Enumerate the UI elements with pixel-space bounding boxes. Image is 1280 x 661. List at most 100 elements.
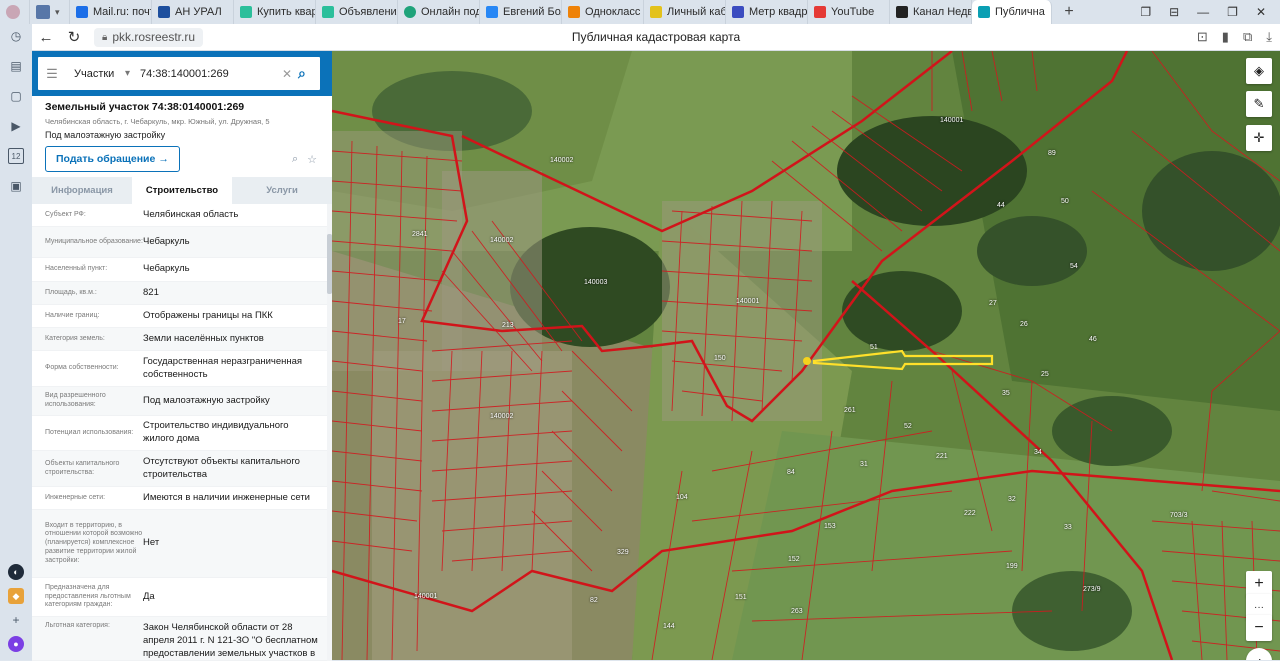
parcel-label: 17 — [398, 318, 406, 325]
kanal-icon — [896, 6, 908, 18]
chat-icon[interactable]: ▢ — [8, 88, 24, 104]
cabinet-icon — [650, 6, 662, 18]
calendar-icon[interactable]: 12 — [8, 148, 24, 164]
tab-youtube[interactable]: YouTube — [808, 0, 890, 24]
workspace-switcher[interactable]: ▾ — [30, 0, 70, 24]
search-type-select[interactable]: Участки ▾ — [66, 68, 134, 80]
back-icon[interactable]: ← — [32, 29, 60, 46]
zoom-out-button[interactable]: − — [1246, 615, 1272, 641]
browser-side-rail: ◷ ▤ ▢ ▶ 12 ▣ ◐ ◆ + ● — [0, 24, 32, 660]
parcel-label: 152 — [788, 556, 800, 563]
tab-vk[interactable]: Евгений Бол — [480, 0, 562, 24]
tab-kanal-nedv[interactable]: Канал Недв — [890, 0, 972, 24]
tab-obyavleniya[interactable]: Объявления — [316, 0, 398, 24]
bookmark-icon[interactable]: ▮ — [1222, 29, 1229, 45]
add-app-icon[interactable]: + — [8, 612, 24, 628]
close-window-icon[interactable]: ✕ — [1256, 5, 1266, 19]
cadastral-map[interactable]: 140003 140002 140001 140002 140001 14000… — [332, 51, 1280, 660]
maximize-icon[interactable]: ❐ — [1227, 5, 1238, 19]
bookmark-panel-icon[interactable]: ⊟ — [1169, 5, 1179, 19]
tab-mailru[interactable]: Mail.ru: почт — [70, 0, 152, 24]
online-icon — [404, 6, 416, 18]
download-icon[interactable]: ⤓ — [1266, 29, 1272, 45]
search-bar: ☰ Участки ▾ 74:38:140001:269 ✕ ⌕ ‹ — [32, 51, 342, 96]
browser-tab-strip: ▾ Mail.ru: почт АН УРАЛ Купить квар Объя… — [0, 0, 1280, 24]
tab-public-cadastral-map[interactable]: Публична× — [972, 0, 1052, 24]
new-tab-button[interactable]: + — [1058, 1, 1080, 23]
locate-icon[interactable]: ✛ — [1246, 125, 1272, 151]
parcel-label: 140001 — [414, 593, 438, 600]
ruler-icon[interactable]: ✎ — [1246, 91, 1272, 117]
table-row: Муниципальное образование: Чебаркуль — [32, 227, 332, 258]
table-row: Инженерные сети: Имеются в наличии инжене… — [32, 487, 332, 510]
table-row: Льготная категория: Закон Челябинской обл… — [32, 617, 332, 661]
app-icon[interactable]: ◆ — [8, 588, 24, 604]
parcel-label: 46 — [1089, 336, 1097, 343]
parcel-label: 261 — [844, 407, 856, 414]
minimize-icon[interactable]: — — [1197, 5, 1209, 19]
object-address: Челябинская область, г. Чебаркуль, мкр. … — [45, 117, 270, 126]
puzzle-icon — [322, 6, 334, 18]
parcel-label: 153 — [824, 523, 836, 530]
star-icon[interactable]: ☆ — [307, 153, 317, 166]
clock-icon[interactable]: ◷ — [8, 28, 24, 44]
cadastral-map-icon — [978, 6, 990, 18]
parcel-label: 31 — [860, 461, 868, 468]
notes-icon[interactable]: ▤ — [8, 58, 24, 74]
layers-icon[interactable]: ◈ — [1246, 58, 1272, 84]
parcel-label: 26 — [1020, 321, 1028, 328]
url-field[interactable]: 🔒︎ pkk.rosreestr.ru — [94, 27, 204, 47]
table-row: Категория земель: Земли населённых пункто… — [32, 328, 332, 351]
parcel-label: 35 — [1002, 390, 1010, 397]
tab-metr-kvadr[interactable]: Метр квадр — [726, 0, 808, 24]
table-row: Входит в территорию, в отношении которой… — [32, 510, 332, 578]
menu-icon[interactable]: ☰ — [38, 66, 66, 82]
parcel-label: 703/3 — [1170, 512, 1188, 519]
puzzle-icon — [240, 6, 252, 18]
reload-icon[interactable]: ↻ — [60, 28, 88, 46]
odnoklassniki-icon — [568, 6, 580, 18]
assistant-icon[interactable]: ◐ — [8, 564, 24, 580]
parcel-label: 140002 — [490, 237, 514, 244]
parcel-label: 50 — [1061, 198, 1069, 205]
document-search-icon[interactable]: ⌕ — [292, 153, 298, 166]
parcel-label: 263 — [791, 608, 803, 615]
video-icon[interactable]: ▶ — [8, 118, 24, 134]
parcel-label: 273/9 — [1083, 586, 1101, 593]
tab-online[interactable]: Онлайн под — [398, 0, 480, 24]
extensions-icon[interactable]: ⊡ — [1197, 29, 1208, 45]
parcel-label: 54 — [1070, 263, 1078, 270]
close-tab-icon[interactable]: × — [1051, 6, 1052, 18]
tab-information[interactable]: Информация — [32, 177, 132, 204]
parcel-label: 27 — [989, 300, 997, 307]
tab-kupit-kvar[interactable]: Купить квар — [234, 0, 316, 24]
parcel-label: 34 — [1034, 449, 1042, 456]
table-row: Площадь, кв.м.: 821 — [32, 282, 332, 305]
restore-icon[interactable]: ❐ — [1140, 5, 1151, 19]
parcel-label: 140001 — [940, 117, 964, 124]
attribute-table: Субъект РФ: Челябинская область Муниципал… — [32, 204, 332, 661]
object-use: Под малоэтажную застройку — [45, 130, 166, 140]
tab-services[interactable]: Услуги — [232, 177, 332, 204]
parcel-label: 213 — [502, 322, 514, 329]
gallery-icon[interactable]: ▣ — [8, 178, 24, 194]
alice-icon[interactable]: ● — [8, 636, 24, 652]
parcel-label: 44 — [997, 202, 1005, 209]
parcel-label: 140002 — [550, 157, 574, 164]
search-input[interactable]: 74:38:140001:269 — [134, 68, 282, 80]
clear-icon[interactable]: ✕ — [282, 67, 298, 81]
submit-appeal-button[interactable]: Подать обращение → — [45, 146, 180, 172]
search-icon[interactable]: ⌕ — [298, 65, 320, 82]
parcel-label: 151 — [735, 594, 747, 601]
tab-an-ural[interactable]: АН УРАЛ — [152, 0, 234, 24]
parcel-label: 52 — [904, 423, 912, 430]
profile-avatar[interactable] — [0, 0, 30, 24]
table-row: Субъект РФ: Челябинская область — [32, 204, 332, 227]
tab-odnoklassniki[interactable]: Однокласс — [562, 0, 644, 24]
an-ural-icon — [158, 6, 170, 18]
tab-construction[interactable]: Строительство — [132, 177, 232, 204]
tab-lichny-kab[interactable]: Личный каб — [644, 0, 726, 24]
parcel-label: 2841 — [412, 231, 428, 238]
parcel-label: 51 — [870, 344, 878, 351]
share-icon[interactable]: ⧉ — [1243, 29, 1252, 45]
